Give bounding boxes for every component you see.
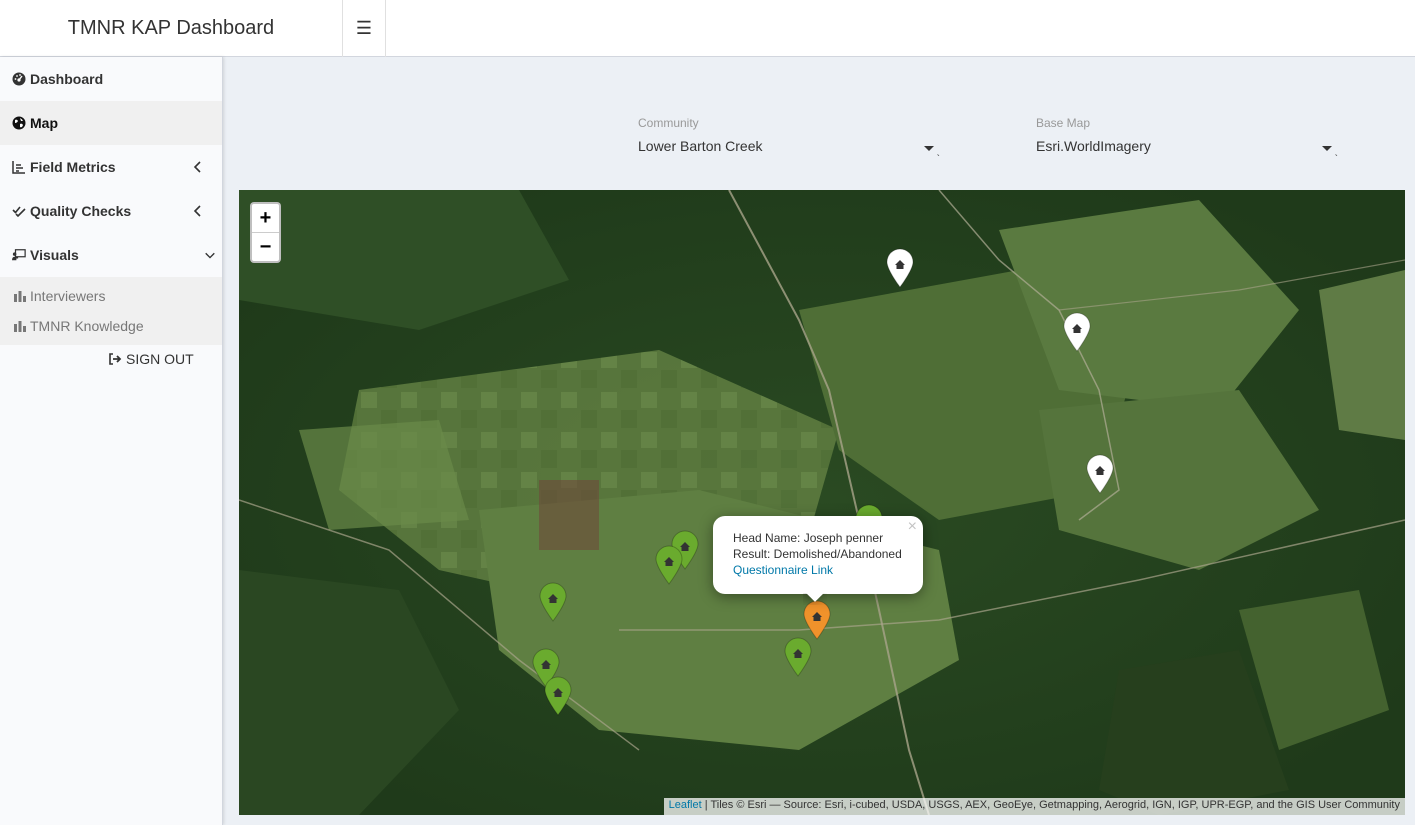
community-select[interactable]: Lower Barton Creek ` (638, 138, 940, 165)
sidebar-item-map[interactable]: Map (0, 101, 222, 145)
attribution-text: | Tiles © Esri — Source: Esri, i-cubed, … (701, 799, 1400, 811)
sidebar-item-visuals[interactable]: Visuals (0, 233, 222, 277)
top-header: TMNR KAP Dashboard ☰ (0, 0, 1415, 57)
sidebar-subitem-label: Interviewers (30, 288, 106, 304)
house-marker-green[interactable] (783, 637, 813, 677)
sidebar-item-quality-checks[interactable]: Quality Checks (0, 189, 222, 233)
popup-close-button[interactable]: × (908, 519, 917, 535)
sidebar-item-label: Field Metrics (30, 159, 116, 175)
house-icon (886, 248, 914, 288)
popup-head-name: Head Name: Joseph penner (733, 531, 884, 545)
dashboard-icon (12, 72, 26, 86)
community-label: Community (638, 116, 699, 130)
satellite-imagery (239, 190, 1405, 815)
select-mark: ` (1334, 154, 1338, 165)
sidebar: Dashboard Map Field Metrics Quality Chec… (0, 57, 223, 825)
double-check-icon (12, 204, 26, 218)
sidebar-item-label: Map (30, 115, 58, 131)
visuals-submenu: Interviewers TMNR Knowledge (0, 277, 222, 345)
caret-down-icon (1322, 146, 1332, 151)
house-icon (803, 600, 831, 640)
map-attribution: Leaflet | Tiles © Esri — Source: Esri, i… (663, 798, 1405, 815)
zoom-out-button[interactable]: − (252, 233, 279, 262)
house-icon (539, 582, 567, 622)
basemap-field: Base Map Esri.WorldImagery ` (1036, 116, 1338, 165)
sidebar-item-dashboard[interactable]: Dashboard (0, 57, 222, 101)
sidebar-item-label: Quality Checks (30, 203, 132, 219)
hamburger-menu-button[interactable]: ☰ (343, 0, 386, 57)
house-marker-orange[interactable] (802, 600, 832, 640)
community-field: Community Lower Barton Creek ` (638, 116, 940, 165)
bar-chart-icon (14, 290, 26, 302)
house-icon (544, 676, 572, 716)
basemap-label: Base Map (1036, 116, 1091, 130)
zoom-control: + − (250, 202, 281, 263)
chevron-left-icon (193, 205, 201, 217)
chart-icon (12, 160, 26, 174)
sign-out-label: SIGN OUT (126, 351, 194, 367)
sidebar-subitem-tmnr-knowledge[interactable]: TMNR Knowledge (0, 311, 222, 341)
caret-down-icon (924, 146, 934, 151)
sidebar-item-field-metrics[interactable]: Field Metrics (0, 145, 222, 189)
community-value: Lower Barton Creek (638, 138, 763, 154)
chevron-left-icon (193, 161, 201, 173)
sign-out-icon (108, 352, 122, 366)
globe-icon (12, 116, 26, 130)
house-icon (784, 637, 812, 677)
popup-tip (803, 593, 827, 605)
house-marker-green[interactable] (538, 582, 568, 622)
house-marker-white[interactable] (885, 248, 915, 288)
sidebar-subitem-label: TMNR Knowledge (30, 318, 144, 334)
house-marker-green[interactable] (543, 676, 573, 716)
sidebar-subitem-interviewers[interactable]: Interviewers (0, 281, 222, 311)
popup-result: Result: Demolished/Abandoned (733, 547, 902, 561)
sign-out-button[interactable]: SIGN OUT (108, 351, 194, 367)
house-marker-white[interactable] (1062, 312, 1092, 352)
sidebar-item-label: Dashboard (30, 71, 104, 87)
bar-chart-icon (14, 320, 26, 332)
house-icon (1086, 454, 1114, 494)
house-icon (1063, 312, 1091, 352)
house-marker-white[interactable] (1085, 454, 1115, 494)
questionnaire-link[interactable]: Questionnaire Link (733, 563, 833, 577)
zoom-in-button[interactable]: + (252, 204, 279, 233)
select-mark: ` (936, 154, 940, 165)
app-title: TMNR KAP Dashboard (0, 0, 343, 57)
leaflet-link[interactable]: Leaflet (669, 799, 702, 811)
basemap-select[interactable]: Esri.WorldImagery ` (1036, 138, 1338, 165)
marker-popup: × Head Name: Joseph penner Result: Demol… (713, 516, 923, 602)
basemap-value: Esri.WorldImagery (1036, 138, 1151, 154)
map-view[interactable]: + − × Head Name: Joseph penner Result: D… (239, 190, 1405, 815)
chalkboard-icon (12, 248, 26, 262)
house-marker-green[interactable] (654, 545, 684, 585)
sidebar-item-label: Visuals (30, 247, 79, 263)
house-icon (655, 545, 683, 585)
chevron-down-icon (205, 252, 215, 259)
